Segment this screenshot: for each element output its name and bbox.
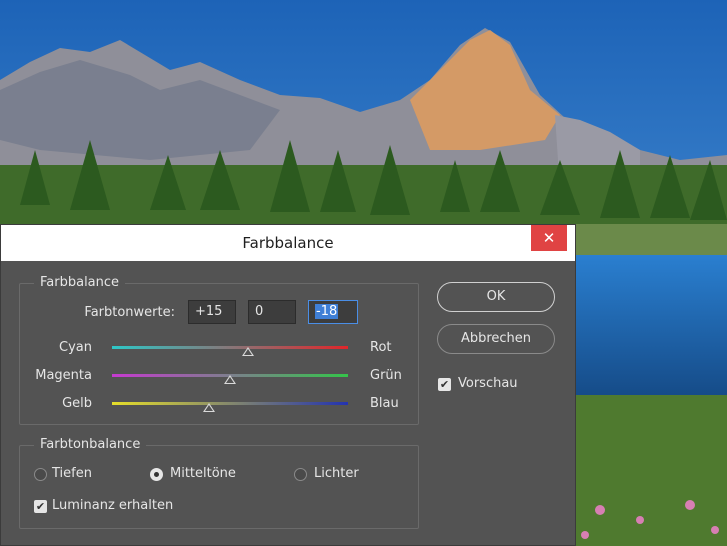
preserve-luminosity-checkbox[interactable]: ✔ [34, 500, 47, 513]
checkmark-icon: ✔ [439, 378, 450, 391]
checkmark-icon: ✔ [35, 500, 46, 513]
yellow-label: Gelb [62, 396, 92, 411]
red-label: Rot [370, 340, 392, 355]
yellow-blue-value-text: -18 [315, 304, 339, 319]
preview-checkbox[interactable]: ✔ [438, 378, 451, 391]
blue-label: Blau [370, 396, 399, 411]
shadows-radio[interactable] [34, 468, 47, 481]
yellow-blue-value-field[interactable]: -18 [308, 300, 358, 324]
tone-balance-group-label: Farbtonbalance [34, 437, 147, 453]
tone-balance-group: Farbtonbalance Tiefen Mitteltöne Lichter… [19, 437, 419, 529]
slider-thumb-icon[interactable] [224, 375, 236, 384]
title-bar[interactable]: Farbbalance ✕ [1, 225, 575, 261]
slider-thumb-icon[interactable] [241, 347, 254, 356]
midtones-label[interactable]: Mitteltöne [170, 466, 236, 482]
shadows-label[interactable]: Tiefen [52, 466, 92, 482]
close-icon[interactable]: ✕ [531, 225, 567, 251]
values-label: Farbtonwerte: [84, 305, 175, 320]
color-balance-group: Farbbalance Farbtonwerte: +15 0 -18 Cyan… [19, 275, 419, 425]
green-label: Grün [370, 368, 402, 383]
cyan-red-slider-track[interactable] [112, 346, 348, 349]
highlights-label[interactable]: Lichter [314, 466, 359, 482]
midtones-radio[interactable] [150, 468, 163, 481]
slider-thumb-icon[interactable] [202, 403, 215, 412]
preview-label[interactable]: Vorschau [458, 376, 518, 392]
color-balance-dialog: Farbbalance ✕ Farbbalance Farbtonwerte: … [0, 224, 576, 546]
preserve-luminosity-label[interactable]: Luminanz erhalten [52, 498, 173, 514]
magenta-label: Magenta [35, 368, 92, 383]
cyan-red-value-field[interactable]: +15 [188, 300, 236, 324]
cancel-button[interactable]: Abbrechen [437, 324, 555, 354]
ok-button[interactable]: OK [437, 282, 555, 312]
color-balance-group-label: Farbbalance [34, 275, 126, 291]
yellow-blue-slider-track[interactable] [112, 402, 348, 405]
magenta-green-value-field[interactable]: 0 [248, 300, 296, 324]
dialog-body: Farbbalance Farbtonwerte: +15 0 -18 Cyan… [1, 261, 575, 545]
dialog-title: Farbbalance [242, 234, 334, 252]
cyan-label: Cyan [59, 340, 92, 355]
highlights-radio[interactable] [294, 468, 307, 481]
